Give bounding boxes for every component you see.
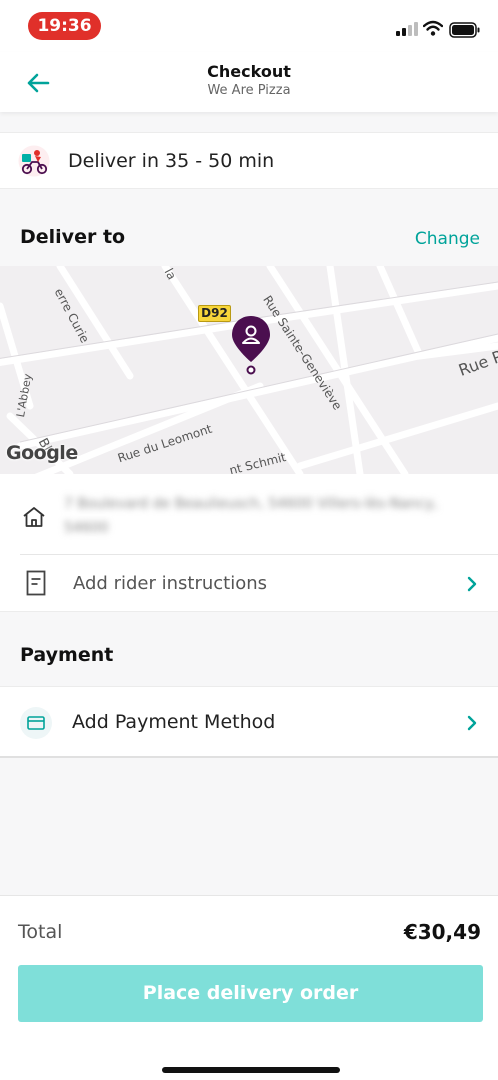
deliver-to-section-header: Deliver to Change <box>0 212 498 266</box>
chevron-right-icon <box>467 576 477 592</box>
delivery-estimate: Deliver in 35 - 50 min <box>68 150 275 172</box>
signal-icon <box>396 22 418 36</box>
delivery-address: 7 Boulevard de Beaulieusch, 54600 Viller… <box>64 496 439 536</box>
deliver-to-title: Deliver to <box>20 226 126 248</box>
google-attribution: Google <box>6 442 78 464</box>
card-icon <box>27 716 45 730</box>
bike-courier-icon <box>18 145 50 177</box>
page-title: Checkout <box>207 62 291 81</box>
home-indicator <box>162 1067 340 1073</box>
delivery-estimate-row: Deliver in 35 - 50 min <box>0 132 498 189</box>
status-bar: 19:36 <box>0 0 498 52</box>
checkout-header: Checkout We Are Pizza <box>0 52 498 112</box>
total-value: €30,49 <box>403 920 481 944</box>
divider <box>20 554 498 555</box>
checkout-footer: Total €30,49 Place delivery order <box>0 895 498 1080</box>
status-time: 19:36 <box>28 12 101 40</box>
wifi-icon <box>423 20 443 36</box>
change-address-link[interactable]: Change <box>415 229 480 249</box>
note-icon <box>26 570 46 596</box>
add-payment-method-label: Add Payment Method <box>72 711 276 733</box>
rider-instructions-label: Add rider instructions <box>73 573 268 594</box>
place-order-button[interactable]: Place delivery order <box>18 965 483 1022</box>
card-icon-badge <box>20 707 52 739</box>
restaurant-name: We Are Pizza <box>207 83 291 98</box>
chevron-right-icon <box>467 715 477 731</box>
home-icon <box>23 507 45 527</box>
location-pin-icon <box>232 316 270 375</box>
payment-section-header: Payment <box>0 612 498 686</box>
delivery-map[interactable]: D92 erre Curie Rue Sainte-Geneviève Rue … <box>0 266 498 474</box>
add-payment-method-row[interactable]: Add Payment Method <box>0 686 498 758</box>
total-label: Total <box>18 921 63 943</box>
payment-title: Payment <box>20 644 114 666</box>
road-badge: D92 <box>198 305 231 322</box>
battery-icon <box>449 22 480 38</box>
address-section: 7 Boulevard de Beaulieusch, 54600 Viller… <box>0 474 498 612</box>
